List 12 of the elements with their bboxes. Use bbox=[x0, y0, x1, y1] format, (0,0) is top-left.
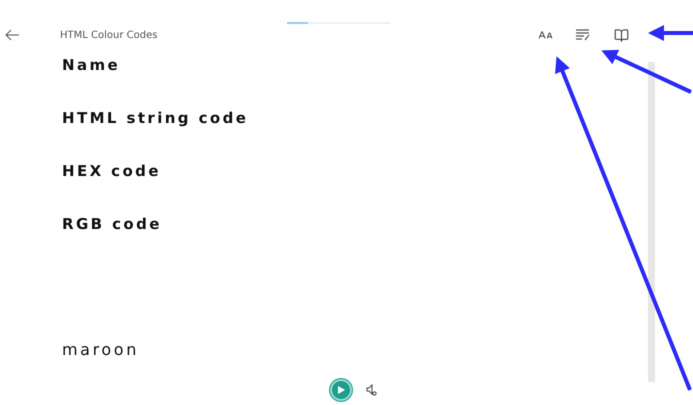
scrollbar[interactable] bbox=[648, 62, 655, 382]
back-icon[interactable] bbox=[4, 27, 20, 43]
play-button[interactable] bbox=[330, 379, 352, 401]
voice-settings-icon[interactable] bbox=[366, 384, 377, 396]
page-title: HTML Colour Codes bbox=[60, 30, 158, 40]
section-heading: HEX code bbox=[62, 162, 162, 181]
section-heading: Name bbox=[62, 56, 122, 75]
body-text: maroon bbox=[62, 340, 140, 359]
annotation-arrow bbox=[648, 25, 693, 41]
play-icon[interactable] bbox=[336, 385, 346, 395]
section-heading: RGB code bbox=[62, 215, 163, 234]
section-heading: HTML string code bbox=[62, 109, 250, 128]
